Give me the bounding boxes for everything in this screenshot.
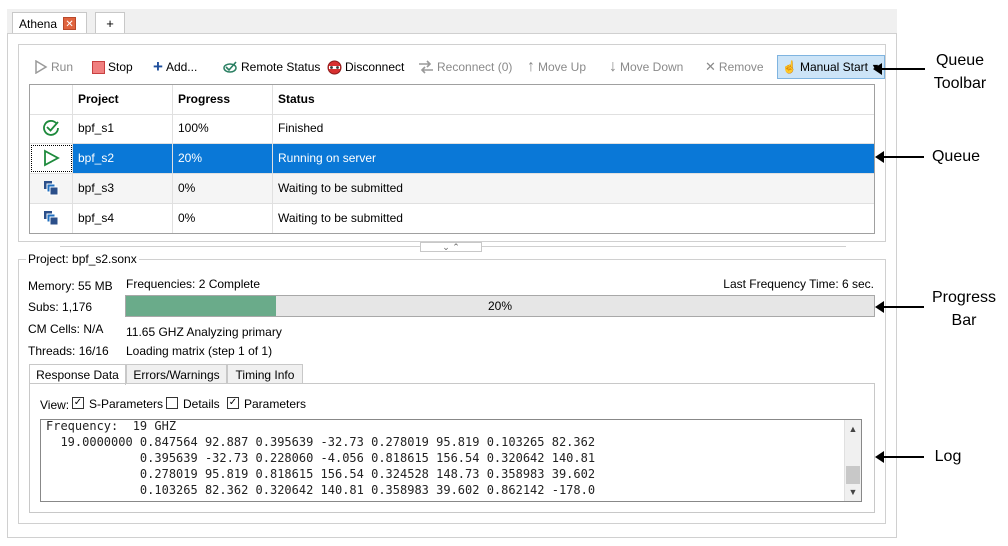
last-frequency-time: Last Frequency Time: 6 sec. [723,277,874,291]
subs-label: Subs: 1,176 [28,300,93,314]
row-project: bpf_s2 [73,144,173,173]
table-row[interactable]: bpf_s3 0% Waiting to be submitted [30,174,874,204]
callout-queue: Queue [931,148,981,165]
remove-label: Remove [718,60,764,74]
run-button[interactable]: Run [34,55,73,79]
running-play-icon [30,144,73,173]
new-tab-button[interactable]: + [95,12,125,34]
arrow-left-icon [875,151,924,163]
remote-status-label: Remote Status [241,60,321,74]
remote-status-icon [223,61,237,73]
progress-text: 20% [487,299,513,313]
row-status: Running on server [278,151,377,165]
waiting-stack-icon [30,174,73,203]
tab-response-data[interactable]: Response Data [29,364,126,385]
row-progress: 20% [173,144,273,173]
row-status: Waiting to be submitted [278,181,403,195]
finished-check-icon [30,114,73,143]
arrow-left-icon [873,63,925,75]
table-row-selected[interactable]: bpf_s2 20% Running on server [30,144,874,174]
queue-toolbar: Run Stop + Add... Remote Status Disconne… [29,55,885,79]
s-parameters-checkbox[interactable]: ✓ [72,397,84,409]
stop-button[interactable]: Stop [92,55,133,79]
close-icon[interactable]: ✕ [63,17,77,30]
manual-start-label: Manual Start [799,60,868,74]
play-icon [35,60,48,74]
arrow-down-icon: ↓ [609,58,617,75]
cm-cells-label: CM Cells: N/A [28,322,104,336]
project-title: Project: bpf_s2.sonx [26,252,139,266]
s-parameters-label[interactable]: S-Parameters [89,397,163,411]
arrow-left-icon [875,301,924,313]
details-label[interactable]: Details [183,397,220,411]
reconnect-label: Reconnect (0) [437,60,513,74]
analyzing-status: 11.65 GHZ Analyzing primary [126,325,282,339]
row-status: Finished [278,121,324,135]
loading-status: Loading matrix (step 1 of 1) [126,344,273,358]
parameters-label[interactable]: Parameters [244,397,306,411]
splitter-grip-icon[interactable]: ⌄ ⌃ [420,242,482,252]
tab-label: Athena [19,16,58,31]
tab-errors-warnings[interactable]: Errors/Warnings [126,364,227,384]
reconnect-button[interactable]: Reconnect (0) [418,55,512,79]
tab-athena[interactable]: Athena ✕ [12,12,87,34]
column-header-progress[interactable]: Progress [173,85,273,114]
details-tab-strip: Response Data Errors/Warnings Timing Inf… [29,364,875,385]
table-header: Project Progress Status [30,85,874,115]
reconnect-icon [419,60,433,74]
table-row[interactable]: bpf_s4 0% Waiting to be submitted [30,204,874,234]
details-checkbox[interactable] [166,397,178,409]
hand-pointer-icon: ☝ [782,60,797,74]
row-status: Waiting to be submitted [278,211,403,225]
arrow-left-icon [875,451,924,463]
stop-label: Stop [108,60,133,74]
scroll-up-icon[interactable]: ▲ [845,422,861,436]
stop-icon [92,60,105,74]
move-down-button[interactable]: ↓ Move Down [609,55,683,79]
disconnect-button[interactable]: Disconnect [327,55,404,79]
icon-column-header [30,85,73,114]
log-text: Frequency: 19 GHZ 19.0000000 0.847564 92… [46,419,596,497]
tab-timing-info[interactable]: Timing Info [227,364,303,384]
threads-label: Threads: 16/16 [28,344,109,358]
progress-bar: 20% [125,295,875,317]
arrow-up-icon: ↑ [527,58,535,75]
disconnect-icon [327,60,342,74]
document-tab-bar: Athena ✕ + [7,9,897,34]
disconnect-label: Disconnect [345,60,405,74]
table-row[interactable]: bpf_s1 100% Finished [30,114,874,144]
row-progress: 0% [173,204,273,233]
callout-log: Log [934,448,962,465]
add-label: Add... [165,60,198,74]
row-project: bpf_s3 [73,174,173,203]
log-scrollbar[interactable]: ▲ ▼ [844,420,861,501]
frequencies-label: Frequencies: 2 Complete [126,277,261,291]
row-progress: 100% [173,114,273,143]
view-label: View: [40,398,70,412]
row-project: bpf_s4 [73,204,173,233]
memory-label: Memory: 55 MB [28,279,113,293]
add-button[interactable]: + Add... [153,55,197,79]
column-header-project[interactable]: Project [73,85,173,114]
manual-start-button[interactable]: ☝ Manual Start ▼ [777,55,885,79]
column-header-status[interactable]: Status [273,85,874,114]
callout-queue-toolbar: Queue Toolbar [933,52,987,92]
queue-table: Project Progress Status bpf_s1 100% Fini… [29,84,875,234]
move-down-label: Move Down [620,60,684,74]
scroll-thumb[interactable] [846,466,860,484]
remove-button[interactable]: ✕ Remove [705,55,764,79]
run-label: Run [51,60,74,74]
callout-progress-bar: Progress Bar [931,289,997,329]
move-up-button[interactable]: ↑ Move Up [527,55,586,79]
waiting-stack-icon [30,204,73,233]
move-up-label: Move Up [538,60,587,74]
plus-icon: + [153,57,163,76]
remote-status-button[interactable]: Remote Status [223,55,320,79]
remove-x-icon: ✕ [705,59,716,74]
row-progress: 0% [173,174,273,203]
row-project: bpf_s1 [73,114,173,143]
parameters-checkbox[interactable]: ✓ [227,397,239,409]
log-textarea[interactable]: Frequency: 19 GHZ 19.0000000 0.847564 92… [40,419,862,502]
scroll-down-icon[interactable]: ▼ [845,485,861,499]
